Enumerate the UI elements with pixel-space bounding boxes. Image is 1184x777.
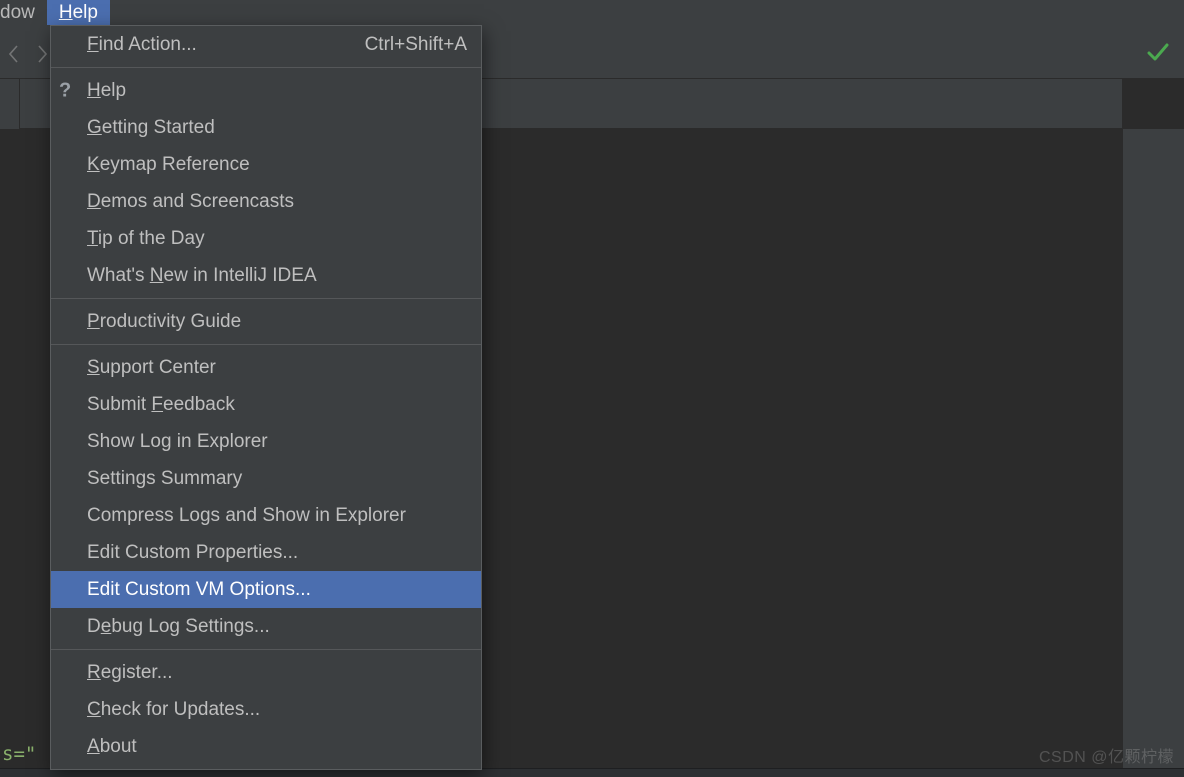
menu-item-about[interactable]: About [51, 728, 481, 765]
menu-item-label: About [87, 736, 137, 758]
menu-item-label: Productivity Guide [87, 311, 241, 333]
menu-item-settings-summary[interactable]: Settings Summary [51, 460, 481, 497]
menu-item-compress-logs-and-show-in-explorer[interactable]: Compress Logs and Show in Explorer [51, 497, 481, 534]
menu-item-what-s-new-in-intellij-idea[interactable]: What's New in IntelliJ IDEA [51, 257, 481, 294]
menu-item-edit-custom-properties[interactable]: Edit Custom Properties... [51, 534, 481, 571]
menu-item-label: Submit Feedback [87, 394, 235, 416]
menu-separator [51, 344, 481, 345]
menu-item-check-for-updates[interactable]: Check for Updates... [51, 691, 481, 728]
menu-item-shortcut: Ctrl+Shift+A [365, 34, 467, 56]
menu-item-keymap-reference[interactable]: Keymap Reference [51, 146, 481, 183]
menu-item-label: Check for Updates... [87, 699, 260, 721]
menu-item-submit-feedback[interactable]: Submit Feedback [51, 386, 481, 423]
menu-item-label: Help [87, 80, 126, 102]
menu-item-edit-custom-vm-options[interactable]: Edit Custom VM Options... [51, 571, 481, 608]
menu-item-label: Debug Log Settings... [87, 616, 270, 638]
menubar-item-help[interactable]: Help [47, 0, 110, 25]
menu-item-help[interactable]: ? Help [51, 72, 481, 109]
menu-item-label: Find Action... [87, 34, 197, 56]
menu-item-label: Show Log in Explorer [87, 431, 268, 453]
menu-item-show-log-in-explorer[interactable]: Show Log in Explorer [51, 423, 481, 460]
menu-item-label: Settings Summary [87, 468, 242, 490]
menubar: dow Help [0, 0, 1184, 25]
menu-item-label: What's New in IntelliJ IDEA [87, 265, 317, 287]
menu-item-label: Tip of the Day [87, 228, 205, 250]
menu-item-tip-of-the-day[interactable]: Tip of the Day [51, 220, 481, 257]
menu-item-getting-started[interactable]: Getting Started [51, 109, 481, 146]
menubar-help-label: Help [59, 2, 98, 24]
menu-item-support-center[interactable]: Support Center [51, 349, 481, 386]
right-panel [1122, 129, 1184, 777]
gutter [0, 79, 20, 129]
menu-item-find-action[interactable]: Find Action... Ctrl+Shift+A [51, 26, 481, 63]
menu-item-label: Support Center [87, 357, 216, 379]
menu-item-label: Register... [87, 662, 173, 684]
menu-item-demos-and-screencasts[interactable]: Demos and Screencasts [51, 183, 481, 220]
menu-item-debug-log-settings[interactable]: Debug Log Settings... [51, 608, 481, 645]
menu-separator [51, 649, 481, 650]
menubar-prev-label: dow [0, 2, 35, 24]
build-status-icon[interactable] [1146, 40, 1170, 64]
menu-item-label: Keymap Reference [87, 154, 250, 176]
menu-item-label: Edit Custom Properties... [87, 542, 298, 564]
menu-item-register[interactable]: Register... [51, 654, 481, 691]
menu-item-label: Compress Logs and Show in Explorer [87, 505, 406, 527]
menu-item-productivity-guide[interactable]: Productivity Guide [51, 303, 481, 340]
menu-item-label: Demos and Screencasts [87, 191, 294, 213]
nav-back-button[interactable] [0, 34, 28, 74]
menubar-item-window[interactable]: dow [0, 0, 47, 25]
help-menu-dropdown: Find Action... Ctrl+Shift+A? Help Getting S… [50, 25, 482, 770]
menu-separator [51, 298, 481, 299]
menu-separator [51, 67, 481, 68]
menu-item-label: Getting Started [87, 117, 215, 139]
question-icon: ? [59, 79, 71, 102]
menu-item-label: Edit Custom VM Options... [87, 579, 311, 601]
